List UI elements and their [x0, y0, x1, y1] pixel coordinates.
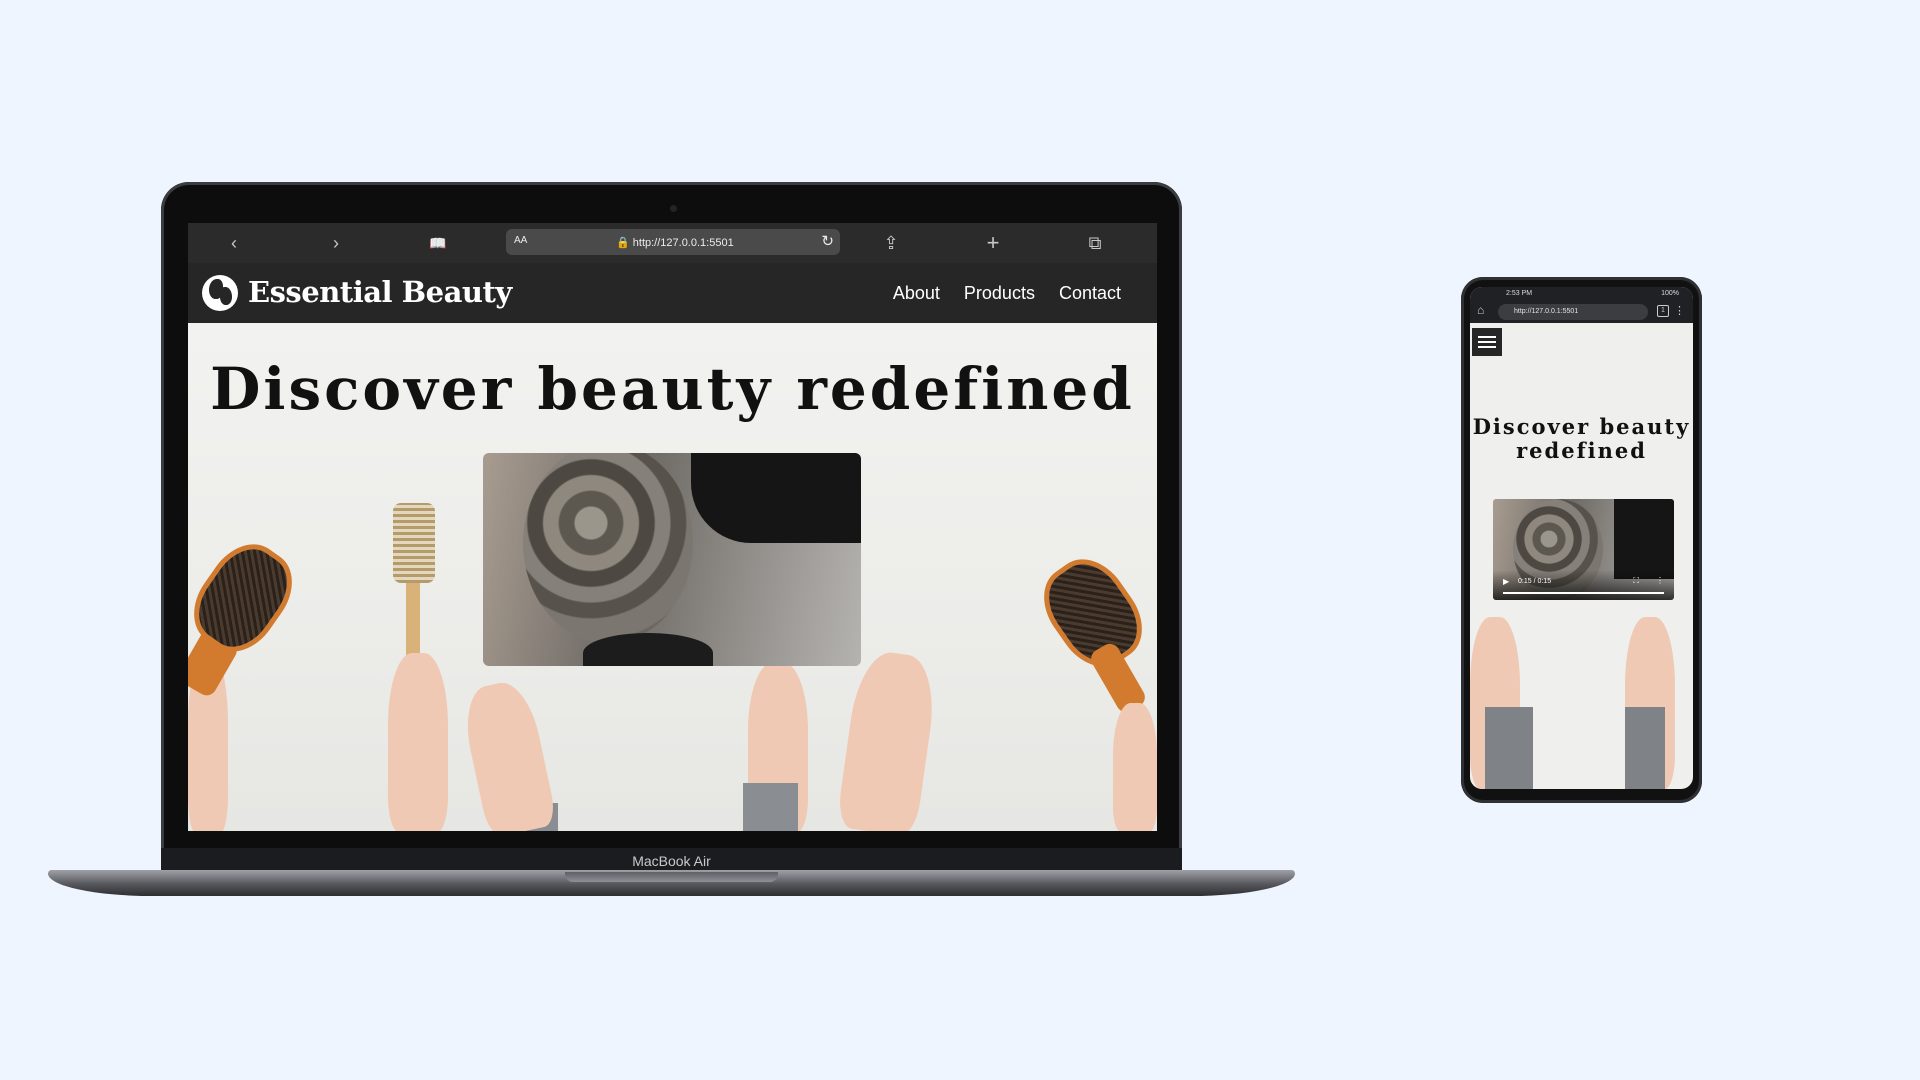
bookmarks-icon[interactable]: 📖: [427, 233, 449, 253]
sleeve: [743, 783, 798, 831]
hand: [1113, 703, 1157, 831]
video-progress-bar[interactable]: [1503, 592, 1664, 594]
tabs-overview-icon[interactable]: ⧉: [1084, 233, 1106, 253]
sleeve: [1485, 707, 1533, 789]
laptop-notch: [565, 872, 778, 882]
main-nav: About Products Contact: [893, 283, 1121, 304]
url-value: http://127.0.0.1:5501: [632, 237, 734, 249]
share-icon[interactable]: ⇪: [880, 233, 902, 253]
video-time: 0:15 / 0:15: [1518, 578, 1552, 585]
sleeve: [1625, 707, 1665, 789]
status-battery: 100%: [1661, 290, 1679, 297]
nav-about[interactable]: About: [893, 283, 940, 304]
phone-hero-title: Discover beauty redefined: [1470, 415, 1693, 463]
phone-screen: 2:53 PM 100% ⌂ http://127.0.0.1:5501 1 ⋮…: [1470, 287, 1693, 789]
logo-icon[interactable]: [202, 275, 238, 311]
new-tab-icon[interactable]: +: [982, 232, 1004, 254]
hamburger-menu-icon[interactable]: [1472, 328, 1502, 356]
home-icon[interactable]: ⌂: [1477, 303, 1484, 317]
camera-dot: [670, 205, 677, 212]
hero-section: Discover beauty redefined: [188, 323, 1157, 831]
address-bar[interactable]: AA 🔒 http://127.0.0.1:5501 ↻: [506, 229, 840, 255]
play-icon[interactable]: ▶: [1503, 577, 1509, 586]
phone-status-bar: 2:53 PM 100%: [1470, 287, 1693, 301]
status-time: 2:53 PM: [1506, 290, 1533, 297]
hero-video[interactable]: [483, 453, 861, 666]
lock-icon: 🔒: [616, 237, 630, 249]
brush: [393, 503, 435, 583]
forward-icon[interactable]: ›: [325, 233, 347, 253]
nav-products[interactable]: Products: [964, 283, 1035, 304]
hero-title: Discover beauty redefined: [210, 355, 1135, 423]
tabs-icon[interactable]: 1: [1657, 305, 1669, 317]
hand: [458, 677, 558, 831]
hand: [835, 648, 941, 831]
back-icon[interactable]: ‹: [223, 233, 245, 253]
phone-url-value: http://127.0.0.1:5501: [1514, 308, 1579, 315]
phone-hero-title-line2: redefined: [1516, 438, 1647, 463]
phone-hero-video[interactable]: ▶ 0:15 / 0:15 ⛶ ⋮: [1493, 499, 1674, 600]
site-header: Essential Beauty About Products Contact: [188, 263, 1157, 323]
text-size-button[interactable]: AA: [514, 235, 527, 246]
fullscreen-icon[interactable]: ⛶: [1633, 576, 1639, 586]
brand-name[interactable]: Essential Beauty: [248, 275, 512, 309]
nav-contact[interactable]: Contact: [1059, 283, 1121, 304]
url-text: 🔒 http://127.0.0.1:5501: [616, 236, 734, 249]
video-more-icon[interactable]: ⋮: [1656, 576, 1664, 585]
hand: [388, 653, 448, 831]
device-label: MacBook Air: [632, 853, 711, 869]
browser-toolbar: ‹ › 📖 AA 🔒 http://127.0.0.1:5501 ↻ ⇪ + ⧉: [188, 223, 1157, 263]
more-menu-icon[interactable]: ⋮: [1674, 304, 1685, 317]
phone-browser-bar: ⌂ http://127.0.0.1:5501 1 ⋮: [1470, 301, 1693, 323]
video-controls: ▶ 0:15 / 0:15 ⛶ ⋮: [1493, 570, 1674, 600]
reload-icon[interactable]: ↻: [821, 232, 834, 250]
phone-hero-title-line1: Discover beauty: [1472, 414, 1691, 439]
phone-address-bar[interactable]: http://127.0.0.1:5501: [1498, 304, 1648, 320]
laptop-screen: ‹ › 📖 AA 🔒 http://127.0.0.1:5501 ↻ ⇪ + ⧉…: [188, 223, 1157, 831]
